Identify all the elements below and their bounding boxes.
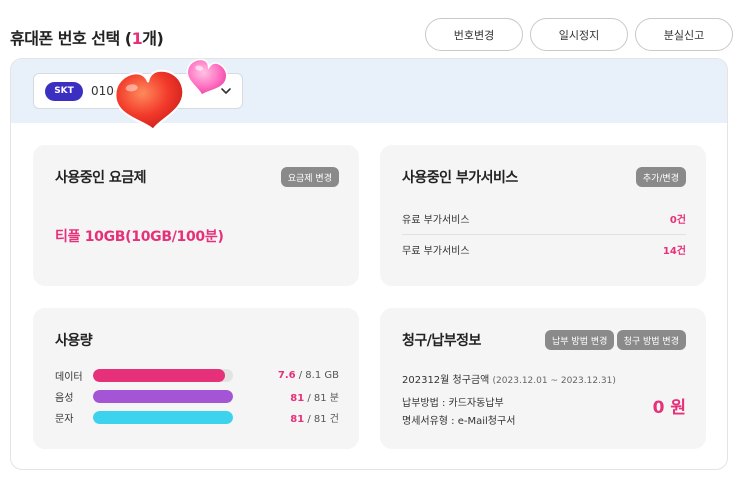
billing-card: 청구/납부정보 납부 방법 변경 청구 방법 변경 202312월 청구금액 (… [380,308,706,449]
report-lost-button[interactable]: 분실신고 [635,18,733,51]
add-change-button[interactable]: 추가/변경 [635,167,686,187]
usage-used: 7.6 [277,369,296,381]
suspend-button[interactable]: 일시정지 [530,18,628,51]
paid-addon-label: 유료 부가서비스 [402,214,470,226]
usage-row-data: 데이터 7.6 / 8.1 GB [55,367,339,383]
usage-card: 사용량 데이터 7.6 / 8.1 GB 음성 81 / 81 분 문자 81 … [33,308,359,449]
plan-card: 사용중인 요금제 요금제 변경 티플 10GB(10GB/100분) [33,145,359,286]
page-header: 휴대폰 번호 선택 (1개) 번호변경 일시정지 분실신고 [10,18,733,54]
billing-period: (2023.12.01 ~ 2023.12.31) [492,376,616,386]
title-count: 1 [131,29,143,48]
usage-total: / 8.1 GB [295,369,339,381]
change-payment-method-button[interactable]: 납부 방법 변경 [545,330,615,350]
plan-name: 티플 10GB(10GB/100분) [55,229,224,245]
title-prefix: 휴대폰 번호 선택 ( [10,29,132,48]
usage-bar [93,410,233,424]
billing-amount: 0 원 [652,398,686,418]
payment-method-line: 납부방법 : 카드자동납부 [402,398,504,409]
statement-type-line: 명세서유형 : e-Mail청구서 [402,416,516,427]
chevron-down-icon[interactable] [220,85,232,97]
title-suffix: 개) [142,29,164,48]
addon-card-title: 사용중인 부가서비스 [402,170,518,186]
usage-bar [93,368,233,382]
plan-card-title: 사용중인 요금제 [55,170,147,186]
phone-info-panel: SKT 010- 사용중인 요금제 요금제 변경 티플 10GB(10GB/10… [10,58,728,470]
usage-used: 81 [290,392,305,404]
usage-value: 7.6 / 8.1 GB [278,370,339,381]
usage-total: / 81 분 [304,392,339,404]
usage-bar-fill [93,410,233,424]
usage-value: 81 / 81 분 [290,389,339,404]
usage-label: 음성 [55,392,74,404]
usage-bar-fill [93,389,233,403]
addon-card: 사용중인 부가서비스 추가/변경 유료 부가서비스 0건 무료 부가서비스 14… [380,145,706,286]
usage-row-sms: 문자 81 / 81 건 [55,409,339,425]
free-addon-row[interactable]: 무료 부가서비스 14건 [402,234,686,264]
page-title: 휴대폰 번호 선택 (1개) [10,25,164,49]
paid-addon-value: 0건 [669,214,686,226]
usage-total: / 81 건 [304,413,339,425]
phone-number-text: 010- [91,84,119,98]
free-addon-value: 14건 [662,245,686,257]
header-buttons: 번호변경 일시정지 분실신고 [425,18,733,51]
free-addon-label: 무료 부가서비스 [402,245,470,257]
carrier-badge: SKT [45,81,83,101]
change-billing-method-button[interactable]: 청구 방법 변경 [616,330,686,350]
phone-select-bar: SKT 010- [11,59,727,123]
change-number-button[interactable]: 번호변경 [425,18,523,51]
billing-card-title: 청구/납부정보 [402,333,481,349]
usage-row-voice: 음성 81 / 81 분 [55,388,339,404]
change-plan-button[interactable]: 요금제 변경 [280,167,339,187]
billing-month-label: 202312월 청구금액 [402,375,490,386]
phone-number-select[interactable]: SKT 010- [33,73,243,109]
billing-month-line: 202312월 청구금액 (2023.12.01 ~ 2023.12.31) [402,371,616,386]
usage-label: 데이터 [55,371,83,383]
paid-addon-row[interactable]: 유료 부가서비스 0건 [402,203,686,233]
usage-card-title: 사용량 [55,333,93,349]
usage-label: 문자 [55,413,74,425]
usage-bar-fill [93,368,225,382]
usage-bar [93,389,233,403]
usage-value: 81 / 81 건 [290,410,339,425]
usage-used: 81 [290,413,305,425]
